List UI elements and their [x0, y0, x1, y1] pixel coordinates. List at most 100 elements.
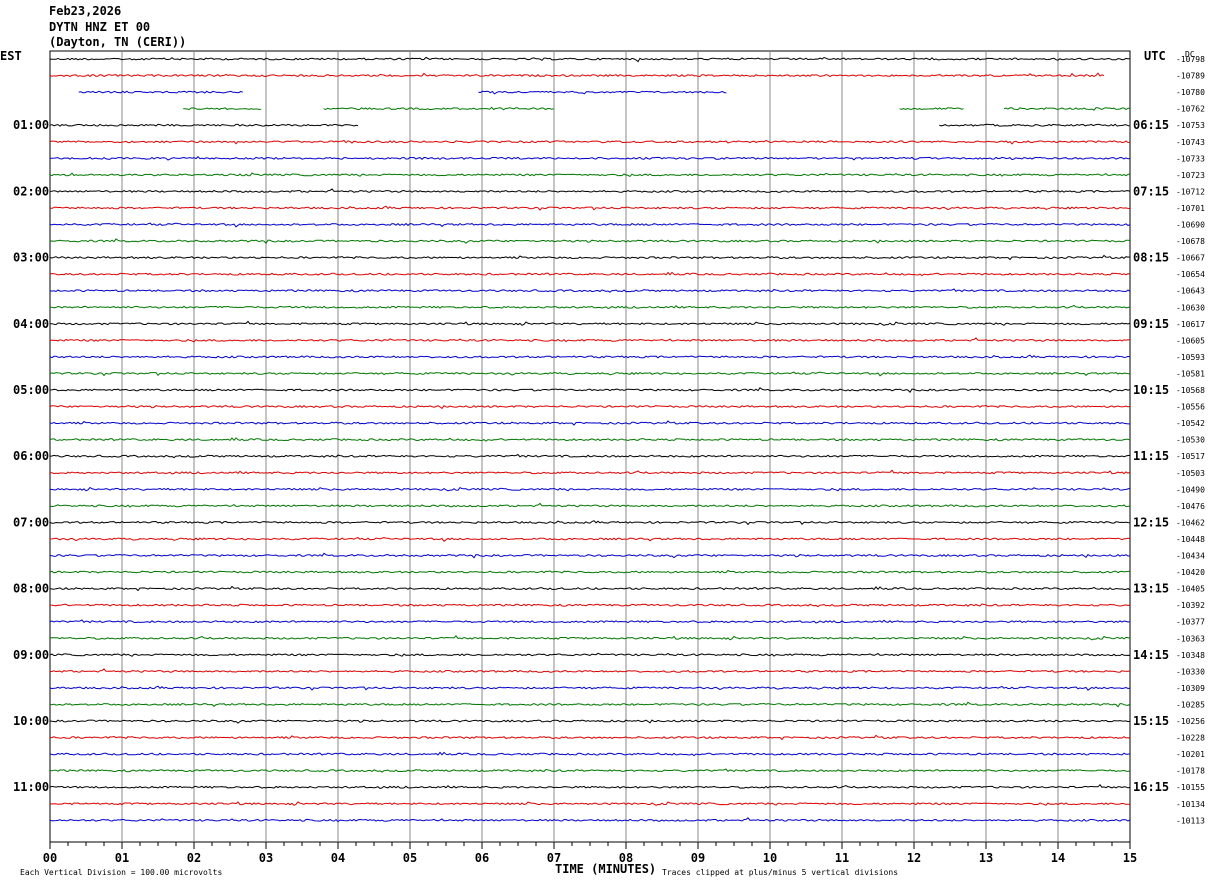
- seismic-trace: [49, 619, 1131, 624]
- est-hour-label: 06:00: [13, 449, 49, 463]
- utc-hour-label: 12:15: [1133, 515, 1169, 529]
- seismic-trace: [899, 107, 964, 111]
- seismic-trace: [49, 801, 1130, 806]
- utc-hour-label: 15:15: [1133, 714, 1169, 728]
- seismic-trace: [49, 486, 1131, 492]
- dc-offset-label: -10377: [1176, 618, 1205, 627]
- seismic-trace: [49, 254, 1131, 261]
- utc-hour-label: 16:15: [1133, 780, 1169, 794]
- seismic-trace: [49, 387, 1131, 394]
- dc-offset-label: -10654: [1176, 270, 1205, 279]
- utc-hour-label: 07:15: [1133, 184, 1169, 198]
- seismic-trace: [49, 354, 1131, 359]
- dc-offset-label: -10420: [1176, 568, 1205, 577]
- utc-hour-label: 09:15: [1133, 317, 1169, 331]
- dc-offset-label: -10330: [1176, 667, 1205, 676]
- dc-offset-label: -10712: [1176, 187, 1205, 196]
- x-tick-label: 09: [691, 851, 705, 865]
- utc-hour-label: 11:15: [1133, 449, 1169, 463]
- seismic-trace: [49, 320, 1131, 326]
- utc-hour-label: 08:15: [1133, 251, 1169, 265]
- seismic-trace: [49, 817, 1131, 823]
- seismic-trace: [49, 123, 359, 127]
- seismic-trace: [478, 90, 727, 95]
- seismic-trace: [49, 420, 1130, 426]
- x-tick-label: 03: [259, 851, 273, 865]
- x-tick-label: 00: [43, 851, 57, 865]
- scale-note: Each Vertical Division = 100.00 microvol…: [20, 868, 222, 877]
- dc-offset-label: -10542: [1176, 419, 1205, 428]
- dc-offset-label: -10780: [1176, 88, 1205, 97]
- est-label: EST: [0, 49, 22, 63]
- utc-hour-label: 06:15: [1133, 118, 1169, 132]
- dc-offset-label: -10530: [1176, 436, 1205, 445]
- seismic-trace: [49, 188, 1131, 193]
- clip-note: Traces clipped at plus/minus 5 vertical …: [662, 868, 898, 877]
- dc-offset-label: -10723: [1176, 171, 1205, 180]
- est-hour-label: 05:00: [13, 383, 49, 397]
- dc-offset-label: -10201: [1176, 750, 1205, 759]
- est-hour-label: 01:00: [13, 118, 49, 132]
- seismic-trace: [50, 603, 1131, 608]
- dc-offset-label: -10503: [1176, 469, 1205, 478]
- plot-frame: [49, 50, 1131, 843]
- seismic-trace: [49, 652, 1131, 657]
- seismic-trace: [78, 90, 244, 94]
- est-hour-label: 11:00: [13, 780, 49, 794]
- dc-offset-label: -10155: [1176, 783, 1205, 792]
- seismic-trace: [49, 139, 1131, 145]
- dc-offset-label: -10568: [1176, 386, 1205, 395]
- dc-offset-label: -10690: [1176, 221, 1205, 230]
- dc-offset-label: -10556: [1176, 403, 1205, 412]
- helicorder-plot: -10798-10789-10780-10762-10753-10743-107…: [0, 49, 1205, 877]
- seismic-trace: [49, 784, 1131, 790]
- dc-offset-label: -10605: [1176, 336, 1205, 345]
- dc-offset-label: -10392: [1176, 601, 1205, 610]
- dc-offset-label: -10405: [1176, 585, 1205, 594]
- utc-hour-label: 10:15: [1133, 383, 1169, 397]
- dc-offset-label: -10462: [1176, 518, 1205, 527]
- seismic-trace: [49, 668, 1131, 673]
- est-hour-label: 02:00: [13, 184, 49, 198]
- dc-offset-label: -10256: [1176, 717, 1205, 726]
- seismic-trace: [49, 701, 1131, 708]
- seismic-trace: [49, 469, 1131, 475]
- est-hour-label: 04:00: [13, 317, 49, 331]
- dc-offset-label: -10743: [1176, 138, 1205, 147]
- dc-offset-label: -10517: [1176, 452, 1205, 461]
- seismic-trace: [49, 72, 1105, 78]
- x-tick-label: 02: [187, 851, 201, 865]
- dc-offset-label: -10309: [1176, 684, 1205, 693]
- x-axis-title: TIME (MINUTES): [555, 862, 656, 876]
- seismic-trace: [183, 107, 262, 111]
- x-tick-label: 11: [835, 851, 849, 865]
- dc-offset-label: -10285: [1176, 700, 1205, 709]
- dc-offset-label: -10476: [1176, 502, 1205, 511]
- seismic-trace: [49, 222, 1131, 228]
- seismic-trace: [49, 719, 1131, 724]
- x-tick-label: 05: [403, 851, 417, 865]
- dc-offset-label: -10434: [1176, 552, 1205, 561]
- dc-offset-label: -10593: [1176, 353, 1205, 362]
- seismic-trace: [49, 520, 1131, 526]
- dc-offset-label: -10228: [1176, 734, 1205, 743]
- dc-offset-label: -10448: [1176, 535, 1205, 544]
- dc-offset-label: -10678: [1176, 237, 1205, 246]
- seismic-trace: [49, 337, 1131, 343]
- utc-hour-label: 13:15: [1133, 582, 1169, 596]
- seismic-trace: [49, 288, 1131, 293]
- seismic-trace: [49, 585, 1131, 592]
- seismic-trace: [323, 106, 554, 111]
- dc-offset-label: -10178: [1176, 767, 1205, 776]
- x-tick-label: 06: [475, 851, 489, 865]
- seismic-trace: [49, 502, 1131, 508]
- seismic-trace: [939, 123, 1130, 127]
- seismic-trace: [49, 685, 1131, 691]
- seismic-trace: [49, 552, 1131, 559]
- est-hour-label: 10:00: [13, 714, 49, 728]
- x-tick-label: 15: [1123, 851, 1137, 865]
- dc-offset-label: -10490: [1176, 485, 1205, 494]
- x-tick-label: 01: [115, 851, 129, 865]
- utc-hour-label: 14:15: [1133, 648, 1169, 662]
- x-tick-label: 04: [331, 851, 345, 865]
